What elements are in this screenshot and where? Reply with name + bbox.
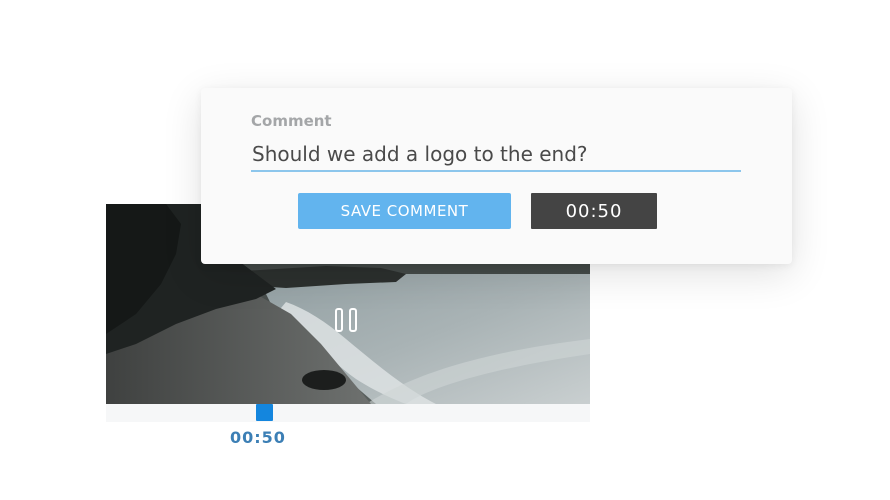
playhead-handle[interactable] bbox=[256, 404, 273, 421]
screen: 00:50 Comment SAVE COMMENT 00:50 bbox=[0, 0, 890, 500]
comment-card: Comment SAVE COMMENT 00:50 bbox=[201, 88, 792, 264]
pause-icon bbox=[335, 308, 343, 332]
pause-button[interactable] bbox=[332, 306, 364, 338]
comment-label: Comment bbox=[251, 112, 332, 130]
timeline-track[interactable] bbox=[106, 404, 590, 422]
pause-icon-bar bbox=[349, 308, 357, 332]
current-time-label: 00:50 bbox=[230, 428, 286, 447]
save-comment-button[interactable]: SAVE COMMENT bbox=[298, 193, 511, 229]
comment-input[interactable] bbox=[251, 138, 741, 172]
comment-timestamp-button[interactable]: 00:50 bbox=[531, 193, 657, 229]
